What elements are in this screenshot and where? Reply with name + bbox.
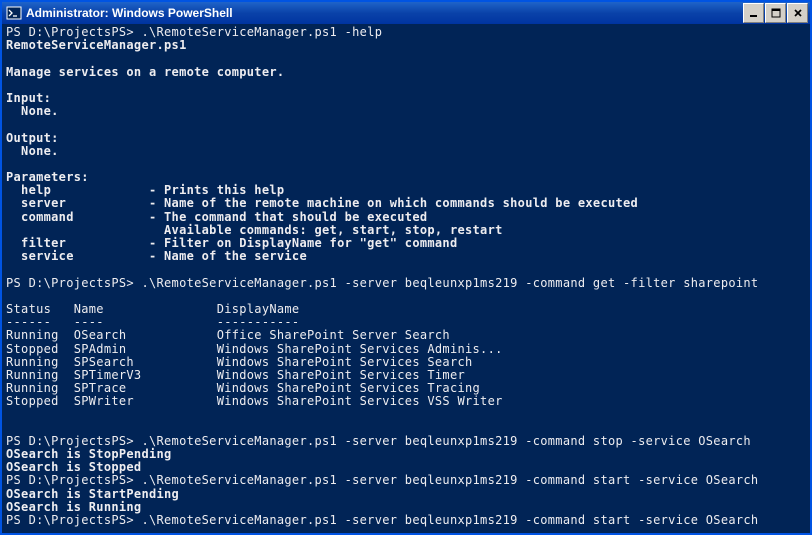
terminal-line: server - Name of the remote machine on w… [6,197,806,210]
terminal-line: PS D:\ProjectsPS> .\RemoteServiceManager… [6,514,806,527]
terminal-line: Running SPSearch Windows SharePoint Serv… [6,356,806,369]
terminal-line [6,263,806,276]
window-buttons [742,3,808,23]
terminal-line [6,290,806,303]
terminal-line: Manage services on a remote computer. [6,66,806,79]
minimize-button[interactable] [743,3,764,23]
terminal-line [6,52,806,65]
terminal-line: None. [6,145,806,158]
terminal-line: Running OSearch Office SharePoint Server… [6,329,806,342]
terminal-line: service - Name of the service [6,250,806,263]
terminal-line [6,408,806,421]
terminal-line: PS D:\ProjectsPS> .\RemoteServiceManager… [6,474,806,487]
terminal-line: OSearch is Running [6,501,806,514]
terminal-line [6,527,806,533]
terminal-line [6,158,806,171]
terminal-line: OSearch is StartPending [6,488,806,501]
terminal-line [6,422,806,435]
terminal-output[interactable]: PS D:\ProjectsPS> .\RemoteServiceManager… [2,24,810,533]
terminal-line [6,118,806,131]
terminal-line [6,79,806,92]
maximize-button[interactable] [765,3,786,23]
terminal-line: Input: [6,92,806,105]
powershell-window: Administrator: Windows PowerShell PS D:\… [0,0,812,535]
terminal-line: None. [6,105,806,118]
terminal-line: Stopped SPAdmin Windows SharePoint Servi… [6,343,806,356]
terminal-line: RemoteServiceManager.ps1 [6,39,806,52]
window-title: Administrator: Windows PowerShell [26,6,742,20]
powershell-icon [6,5,22,21]
terminal-line: command - The command that should be exe… [6,211,806,224]
titlebar[interactable]: Administrator: Windows PowerShell [2,2,810,24]
close-button[interactable] [787,3,808,23]
terminal-line: Stopped SPWriter Windows SharePoint Serv… [6,395,806,408]
terminal-line: PS D:\ProjectsPS> .\RemoteServiceManager… [6,277,806,290]
terminal-line: Output: [6,132,806,145]
